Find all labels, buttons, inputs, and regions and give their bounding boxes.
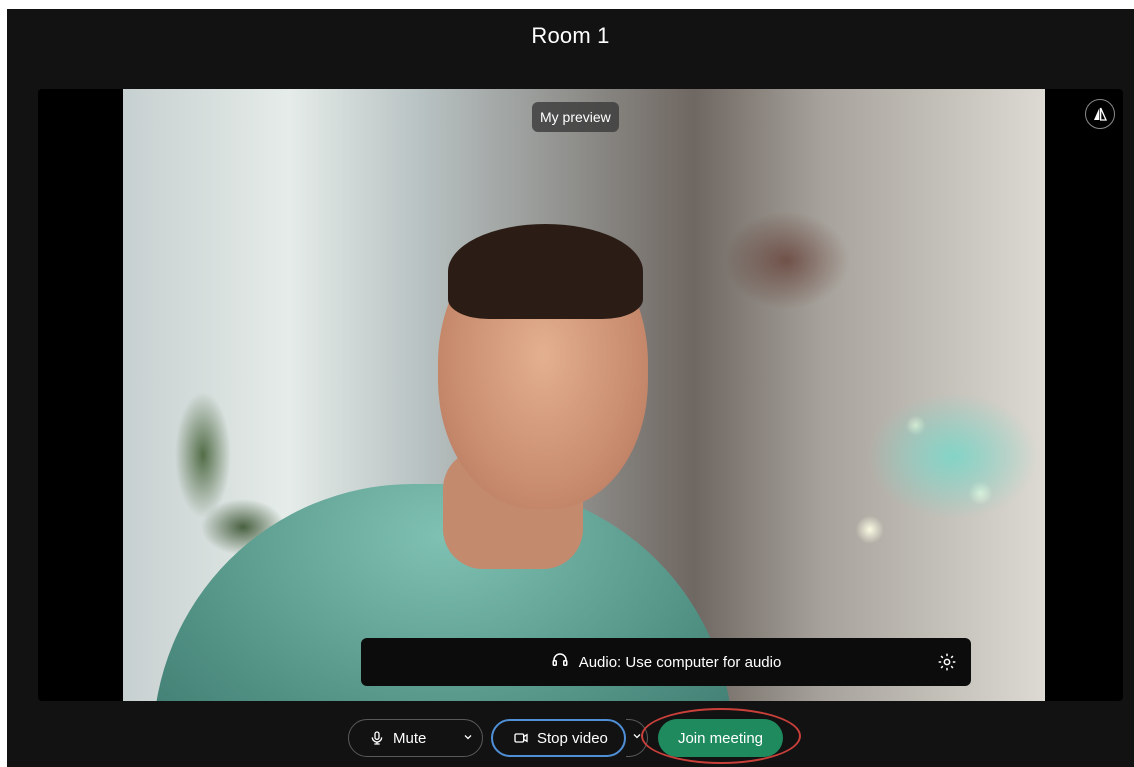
my-preview-label: My preview <box>532 102 619 132</box>
video-camera-icon <box>513 730 529 746</box>
meeting-window: Room 1 My preview Audio: Use computer fo… <box>7 9 1134 767</box>
mute-label: Mute <box>393 729 427 747</box>
stop-video-button[interactable]: Stop video <box>491 719 626 757</box>
microphone-icon <box>369 730 385 746</box>
chevron-down-icon <box>631 729 643 747</box>
room-title: Room 1 <box>531 23 610 48</box>
audio-option-text: Audio: Use computer for audio <box>578 653 782 671</box>
person-hair <box>448 224 643 319</box>
audio-bar[interactable]: Audio: Use computer for audio <box>361 638 971 686</box>
chevron-down-icon[interactable] <box>462 730 474 747</box>
self-preview-video: My preview Audio: Use computer for audio <box>123 89 1045 701</box>
control-bar: Mute Stop video Join meeting <box>7 708 1134 764</box>
layout-toggle-icon[interactable] <box>1085 99 1115 129</box>
gear-icon[interactable] <box>937 652 957 672</box>
stop-video-label: Stop video <box>537 729 608 747</box>
video-options-chevron[interactable] <box>626 719 648 757</box>
headset-icon <box>551 651 569 673</box>
mute-button[interactable]: Mute <box>348 719 483 757</box>
join-meeting-button[interactable]: Join meeting <box>658 719 783 757</box>
preview-stage: My preview Audio: Use computer for audio <box>38 89 1123 701</box>
